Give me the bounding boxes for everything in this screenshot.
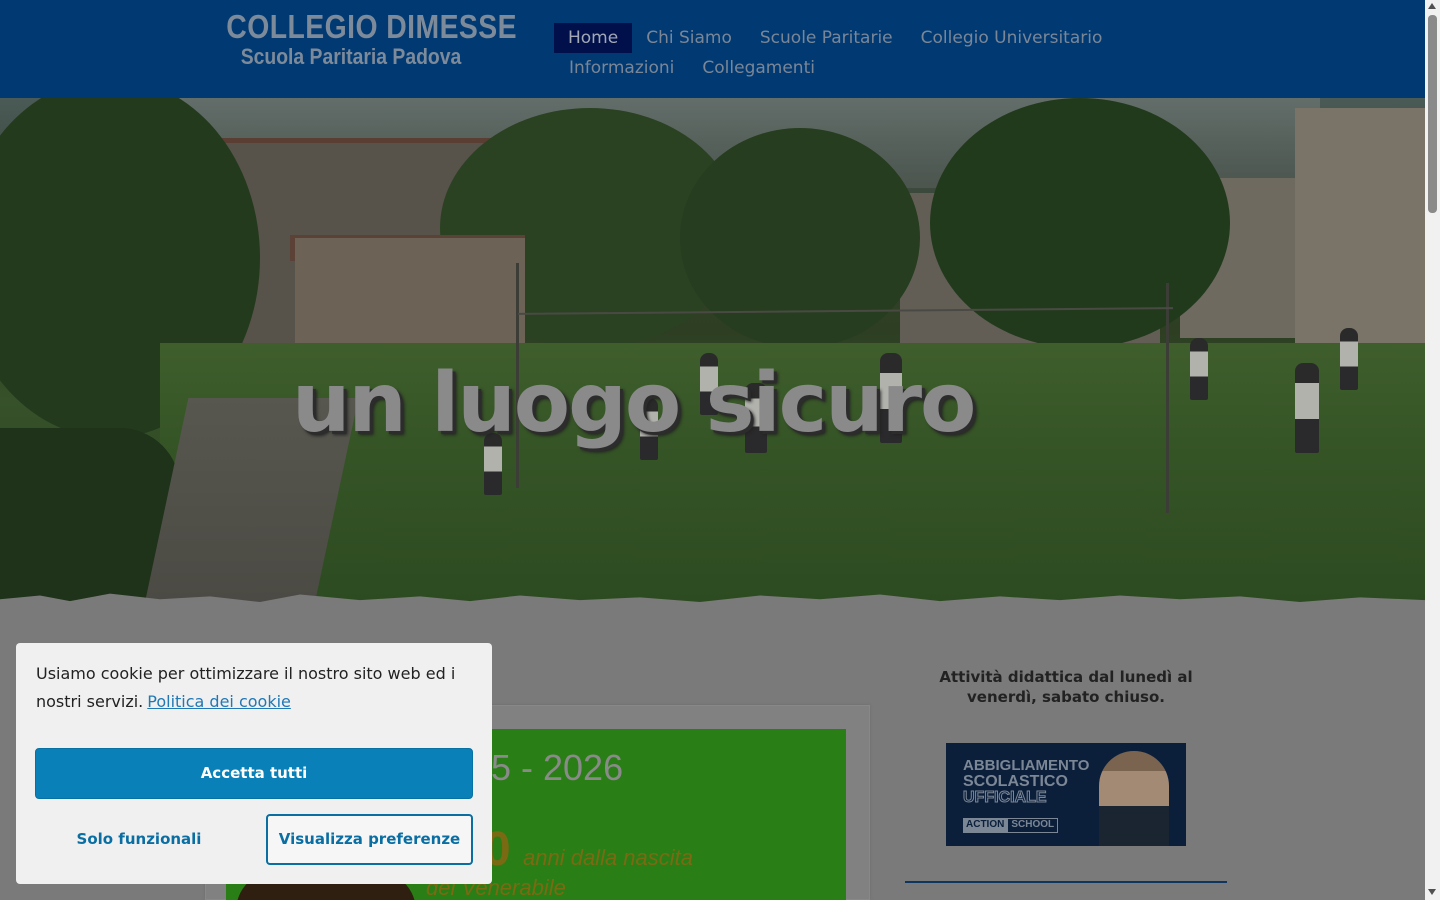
view-preferences-button[interactable]: Visualizza preferenze [266, 814, 473, 865]
functional-only-button[interactable]: Solo funzionali [35, 814, 243, 865]
cookie-consent-dialog: Usiamo cookie per ottimizzare il nostro … [16, 643, 492, 884]
hero-banner: un luogo sicuro [0, 98, 1425, 618]
sidebar-divider [905, 881, 1227, 883]
uniform-ad-banner[interactable]: ABBIGLIAMENTO SCOLASTICO UFFICIALE ACTIO… [946, 743, 1186, 846]
accept-all-button[interactable]: Accetta tutti [35, 748, 473, 799]
hero-title: un luogo sicuro [292, 356, 976, 451]
ad-badge-b: SCHOOL [1007, 818, 1059, 833]
ad-line-1: ABBIGLIAMENTO [963, 757, 1090, 774]
student-figure [1190, 338, 1208, 400]
main-nav: Home Chi Siamo Scuole Paritarie Collegio… [554, 23, 1174, 83]
nav-item-collegamenti[interactable]: Collegamenti [688, 53, 829, 83]
volleyball-pole [1166, 283, 1169, 513]
logo-subtitle: Scuola Paritaria Padova [240, 44, 462, 69]
building-right [1295, 108, 1425, 348]
scroll-down-arrow-icon[interactable] [1428, 889, 1436, 895]
site-logo[interactable]: COLLEGIO DIMESSE Scuola Paritaria Padova [206, 8, 518, 70]
nav-item-chi-siamo[interactable]: Chi Siamo [632, 23, 746, 53]
nav-item-collegio-universitario[interactable]: Collegio Universitario [907, 23, 1117, 53]
cookie-message: Usiamo cookie per ottimizzare il nostro … [36, 660, 476, 716]
page-scrollbar[interactable] [1425, 0, 1440, 900]
student-figure [1295, 363, 1319, 453]
poster-year: 5 - 2026 [491, 747, 624, 788]
ad-line-3: UFFICIALE [963, 789, 1048, 807]
nav-item-scuole-paritarie[interactable]: Scuole Paritarie [746, 23, 907, 53]
ad-brand-badge: ACTION SCHOOL [963, 818, 1059, 833]
nav-item-home[interactable]: Home [554, 23, 633, 53]
cookie-policy-link[interactable]: Politica dei cookie [147, 692, 291, 711]
poster-line-1: anni dalla nascita [523, 845, 694, 870]
logo-title: COLLEGIO DIMESSE [226, 8, 518, 45]
ad-photo [1099, 751, 1169, 846]
scroll-up-arrow-icon[interactable] [1428, 3, 1436, 9]
site-header: COLLEGIO DIMESSE Scuola Paritaria Padova… [0, 0, 1425, 98]
scrollbar-thumb[interactable] [1428, 15, 1437, 213]
nav-item-informazioni[interactable]: Informazioni [555, 53, 688, 83]
schedule-text: Attività didattica dal lunedì al venerdì… [939, 668, 1193, 706]
ad-badge-a: ACTION [963, 818, 1008, 833]
tree [680, 128, 920, 348]
student-figure [1340, 328, 1358, 390]
